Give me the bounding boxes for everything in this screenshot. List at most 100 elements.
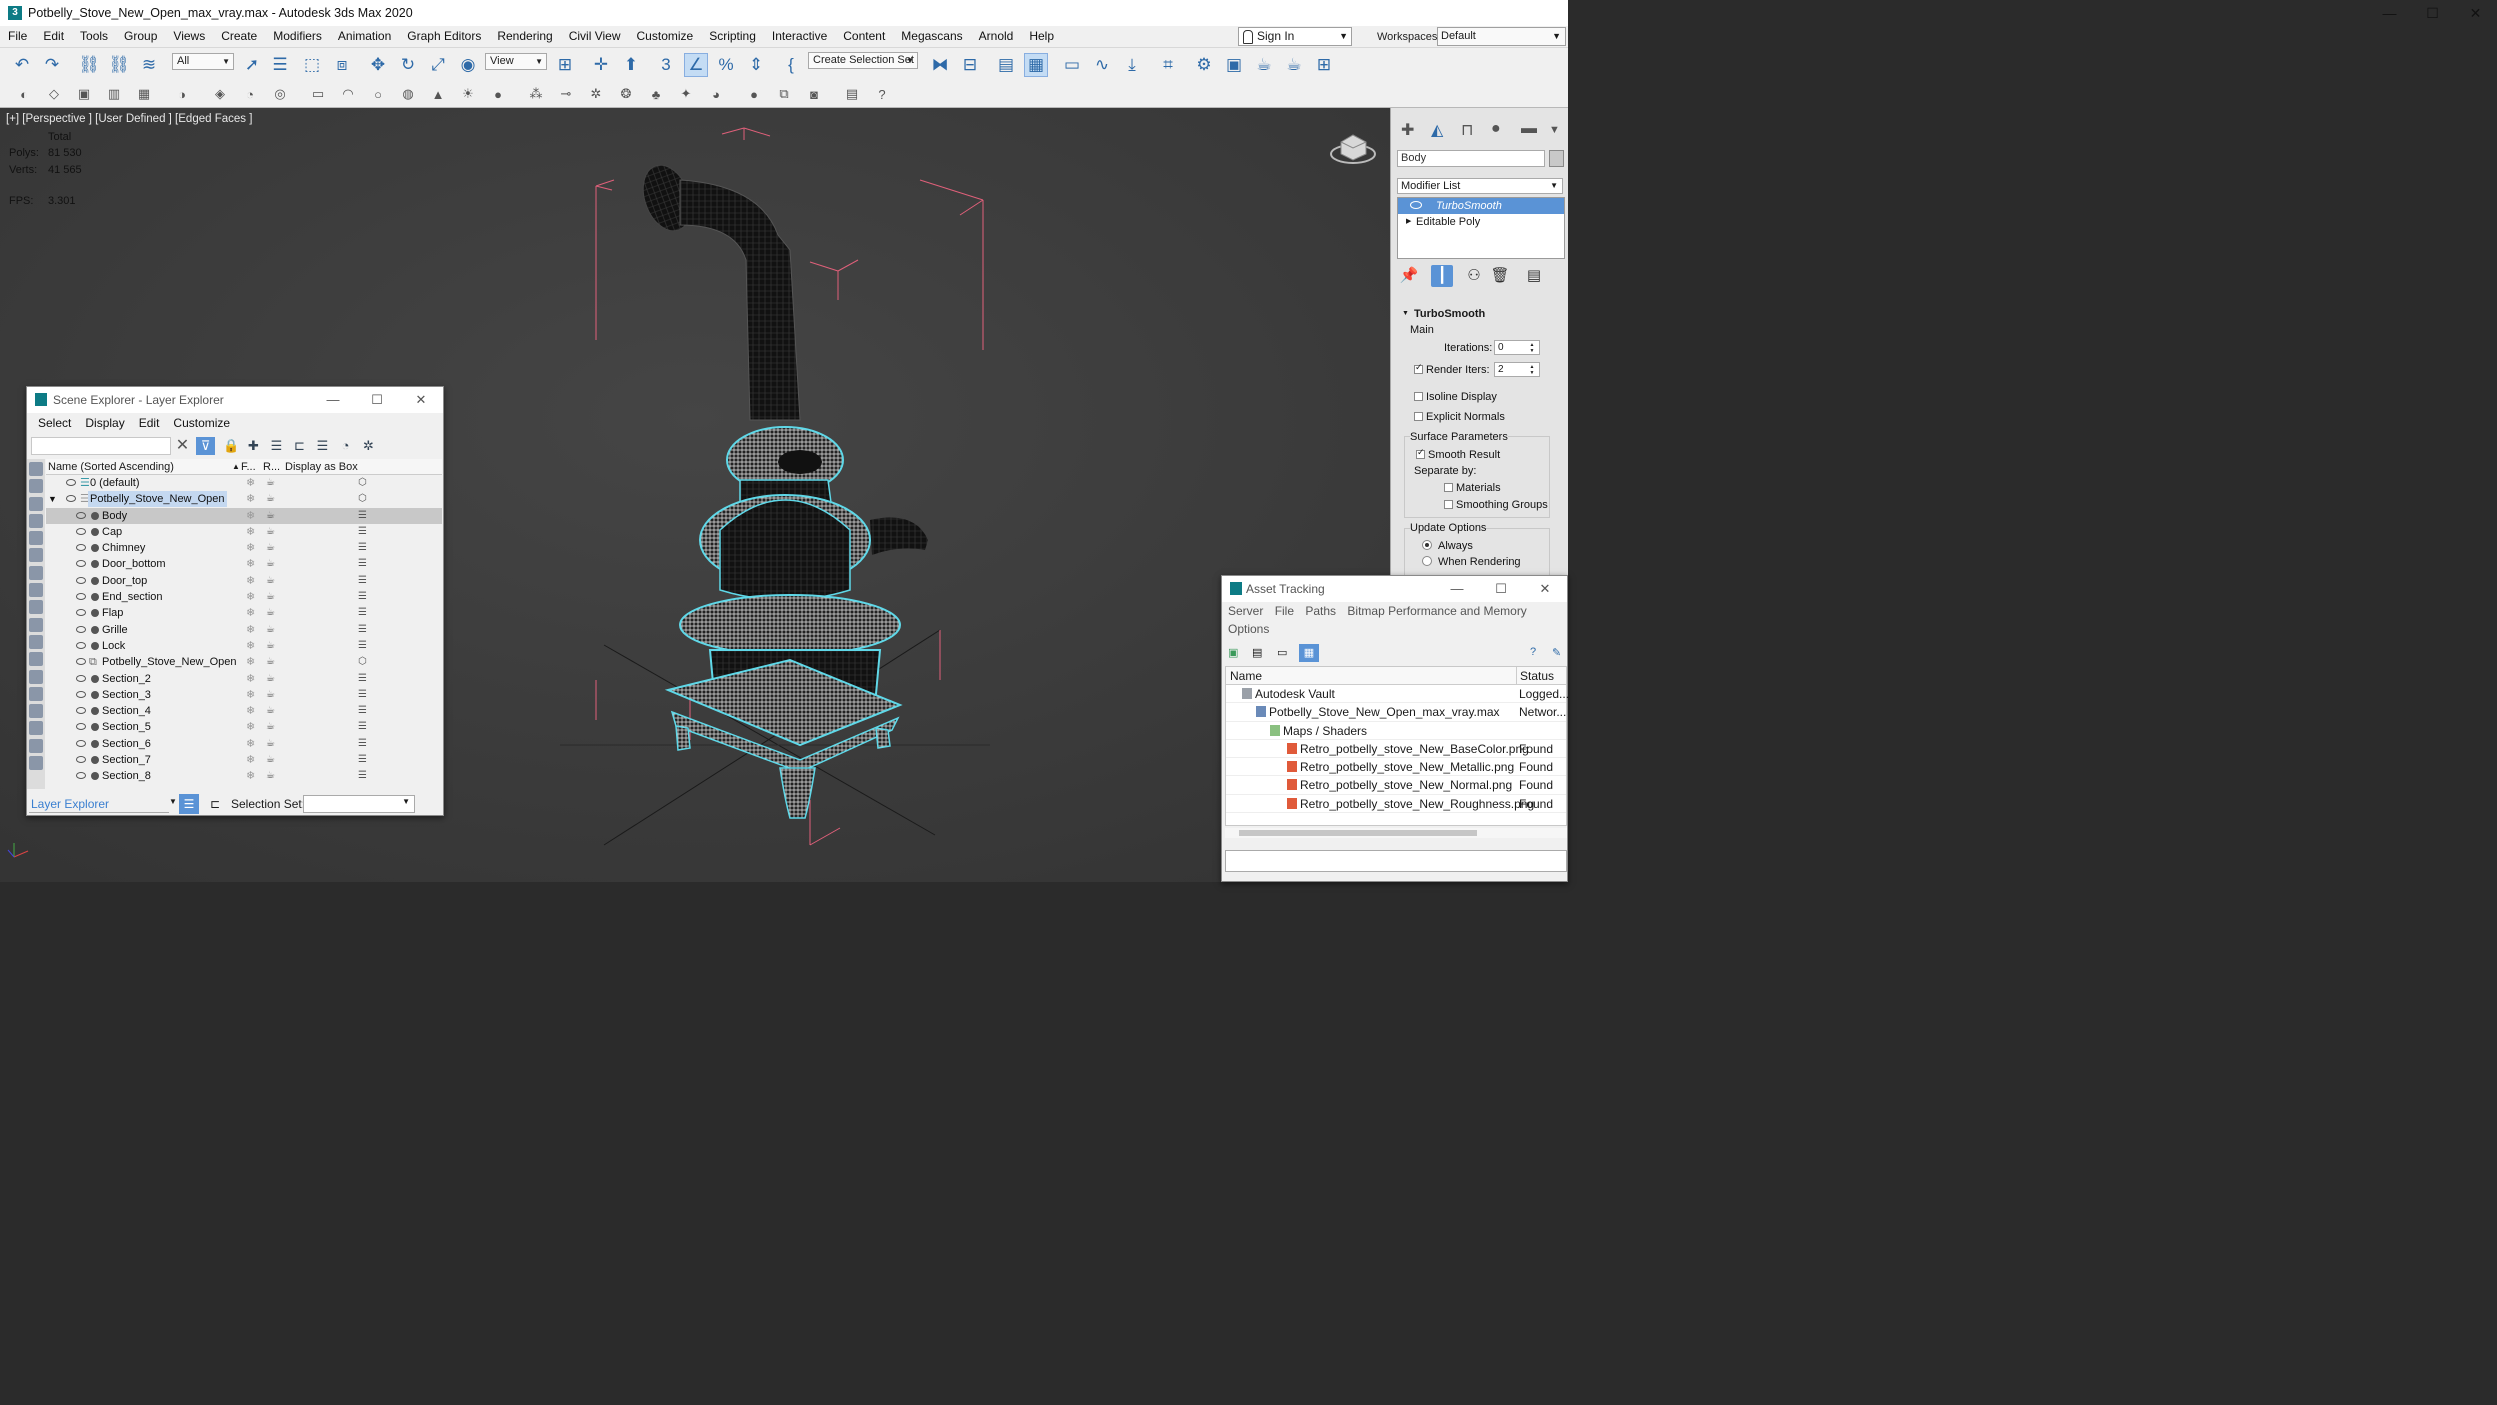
layer-explorer-icon[interactable]: ▦ — [1024, 53, 1048, 77]
motion-tab-icon[interactable]: ● — [1491, 120, 1501, 138]
display-all-icon[interactable] — [29, 721, 43, 736]
proxy-icon[interactable]: ✦ — [676, 84, 696, 104]
object-row[interactable]: Section_3 ❄ ☕ ☰ — [46, 687, 442, 703]
render-teapot-icon[interactable]: ☕ — [266, 752, 275, 768]
vray-light-icon[interactable]: ✲ — [586, 84, 606, 104]
show-end-result-icon[interactable]: ┃ — [1431, 265, 1453, 287]
explorer-mode-select[interactable]: Layer Explorer — [29, 795, 169, 813]
freeze-icon[interactable]: ❄ — [246, 687, 255, 703]
layer-row[interactable]: ▼ ☰ Potbelly_Stove_New_Open ❄ ☕ ⬡ — [46, 491, 442, 508]
freeze-icon[interactable]: ❄ — [246, 491, 255, 507]
align-icon[interactable]: ⊟ — [958, 53, 982, 77]
menu-server[interactable]: Server — [1224, 604, 1267, 618]
object-row[interactable]: ⧉ Potbelly_Stove_New_Open ❄ ☕ ⬡ — [46, 654, 442, 670]
curve-editor-icon[interactable]: ∿ — [1090, 53, 1114, 77]
asset-row[interactable]: Potbelly_Stove_New_Open_max_vray.max Netw… — [1226, 703, 1566, 722]
keyboard-shortcut-icon[interactable]: ⬆ — [619, 53, 643, 77]
object-row[interactable]: Section_8 ❄ ☕ ☰ — [46, 768, 442, 784]
select-manipulate-icon[interactable]: ✛ — [589, 53, 613, 77]
menu-display[interactable]: Display — [78, 416, 131, 430]
menu-file[interactable]: File — [0, 26, 35, 47]
make-unique-icon[interactable]: ⚇ — [1463, 265, 1485, 287]
schematic-view-icon[interactable]: ⌗ — [1156, 53, 1180, 77]
chevron-down-icon[interactable]: ▼ — [169, 797, 177, 806]
object-row[interactable]: Door_bottom ❄ ☕ ☰ — [46, 556, 442, 572]
selection-set-select[interactable]: Create Selection Set ▼ — [808, 52, 918, 69]
create-tab-icon[interactable]: ✚ — [1401, 120, 1414, 140]
freeze-icon[interactable]: ❄ — [246, 654, 255, 670]
search-input[interactable] — [31, 437, 171, 455]
add-layer-icon[interactable]: ✚ — [244, 437, 263, 455]
menu-bitmap-performance[interactable]: Bitmap Performance and Memory — [1343, 604, 1530, 618]
freeze-icon[interactable]: ❄ — [246, 622, 255, 638]
freeze-icon[interactable]: ❄ — [246, 736, 255, 752]
render-teapot-icon[interactable]: ☕ — [266, 703, 275, 719]
material-icon[interactable]: ◕ — [706, 84, 726, 104]
remove-modifier-icon[interactable]: 🗑 — [1489, 265, 1511, 287]
spinner-snap-icon[interactable]: ⇕ — [744, 53, 768, 77]
dome-icon[interactable]: ◠ — [338, 84, 358, 104]
layers-icon[interactable]: ☰ — [358, 687, 367, 703]
object-row[interactable]: Cap ❄ ☕ ☰ — [46, 524, 442, 540]
render-teapot-icon[interactable]: ☕ — [266, 573, 275, 589]
camera-icon[interactable]: ◈ — [210, 84, 230, 104]
maximize-button[interactable]: ☐ — [355, 387, 399, 413]
menu-graph-editors[interactable]: Graph Editors — [399, 26, 489, 47]
lock-icon[interactable]: 🔒 — [222, 437, 241, 455]
when-rendering-radio[interactable] — [1422, 556, 1432, 566]
column-status[interactable]: Status — [1516, 667, 1554, 685]
freeze-icon[interactable]: ❄ — [246, 768, 255, 784]
object-row[interactable]: Section_7 ❄ ☕ ☰ — [46, 752, 442, 768]
close-button[interactable]: ✕ — [2454, 0, 2497, 26]
hierarchy-tab-icon[interactable]: ⊓ — [1461, 120, 1473, 140]
render-setup-icon[interactable]: ⚙ — [1192, 53, 1216, 77]
always-radio[interactable] — [1422, 540, 1432, 550]
render-teapot-icon[interactable]: ☕ — [266, 589, 275, 605]
display-xrefs-icon[interactable] — [29, 600, 43, 615]
placement-icon[interactable]: ◉ — [456, 53, 480, 77]
torus-icon[interactable]: ◍ — [398, 84, 418, 104]
freeze-icon[interactable]: ❄ — [246, 703, 255, 719]
eye-icon[interactable] — [76, 576, 86, 584]
display-geometry-icon[interactable] — [29, 479, 43, 494]
display-helpers-icon[interactable] — [29, 548, 43, 563]
render-teapot-icon[interactable]: ☕ — [266, 540, 275, 556]
minimize-button[interactable]: — — [2368, 0, 2411, 26]
scrollbar-thumb[interactable] — [1239, 830, 1477, 836]
render-teapot-icon[interactable]: ☕ — [266, 654, 275, 670]
menu-views[interactable]: Views — [165, 26, 213, 47]
pin-icon[interactable]: ⊏ — [205, 794, 225, 814]
snaps-toggle-icon[interactable]: 3 — [654, 53, 678, 77]
eye-icon[interactable] — [76, 690, 86, 698]
smoothing-groups-checkbox[interactable] — [1444, 500, 1453, 509]
object-row[interactable]: Section_5 ❄ ☕ ☰ — [46, 719, 442, 735]
render-teapot-icon[interactable]: ☕ — [266, 622, 275, 638]
display-containers-icon[interactable] — [29, 634, 43, 649]
vray-sphere-icon[interactable]: ❂ — [616, 84, 636, 104]
menu-paths[interactable]: Paths — [1301, 604, 1340, 618]
eye-icon[interactable] — [76, 739, 86, 747]
rect-selection-icon[interactable]: ⬚ — [300, 53, 324, 77]
menu-content[interactable]: Content — [835, 26, 893, 47]
render-teapot-icon[interactable]: ☕ — [266, 719, 275, 735]
percent-snap-icon[interactable]: % — [714, 53, 738, 77]
asset-row[interactable]: Retro_potbelly_stove_New_BaseColor.png Fo… — [1226, 740, 1566, 759]
workspace-select[interactable]: Default ▼ — [1437, 27, 1566, 46]
layers-icon[interactable]: ☰ — [358, 524, 367, 540]
eye-icon[interactable] — [66, 479, 76, 486]
layers-icon[interactable]: ☰ — [358, 540, 367, 556]
maximize-button[interactable]: ☐ — [2411, 0, 2454, 26]
fur-icon[interactable]: ♣ — [646, 84, 666, 104]
layers-icon[interactable]: ☰ — [358, 736, 367, 752]
select-object-icon[interactable]: ➚ — [240, 53, 264, 77]
undo-icon[interactable]: ↶ — [10, 53, 34, 77]
modifier-list-select[interactable]: Modifier List ▼ — [1397, 178, 1563, 194]
display-groups-icon[interactable] — [29, 583, 43, 598]
scale-icon[interactable]: ⤢ — [426, 53, 450, 77]
window-crossing-icon[interactable]: ⧈ — [330, 53, 354, 77]
spacewarp-icon[interactable]: ◎ — [270, 84, 290, 104]
menu-megascans[interactable]: Megascans — [893, 26, 970, 47]
sphere-icon[interactable]: ○ — [368, 84, 388, 104]
selection-filter-select[interactable]: All ▼ — [172, 53, 234, 70]
unlink-icon[interactable]: ⛓ — [107, 53, 131, 77]
